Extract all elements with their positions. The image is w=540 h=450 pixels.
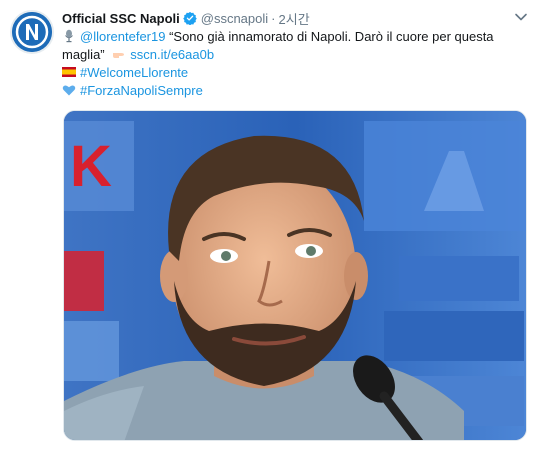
short-link[interactable]: sscn.it/e6aa0b bbox=[130, 47, 214, 62]
hashtag-welcome[interactable]: #WelcomeLlorente bbox=[80, 65, 188, 80]
hashtag-line-2: #ForzaNapoliSempre bbox=[62, 82, 512, 100]
mention-link[interactable]: @llorentefer19 bbox=[80, 29, 165, 44]
backdrop-letter: K bbox=[70, 134, 112, 199]
separator-dot: · bbox=[271, 10, 276, 26]
verified-badge-icon bbox=[182, 11, 197, 25]
handle[interactable]: @sscnapoli bbox=[201, 11, 268, 26]
quote-text-2: maglia” bbox=[62, 47, 105, 62]
studio-microphone-emoji bbox=[65, 29, 73, 43]
quote-line-1: @llorentefer19 “Sono già innamorato di N… bbox=[62, 28, 512, 46]
photo-press-conference-image: K bbox=[64, 111, 526, 440]
backhand-index-pointing-right-emoji bbox=[113, 53, 125, 58]
hashtag-line-1: #WelcomeLlorente bbox=[62, 64, 512, 82]
tweet-text: @llorentefer19 “Sono già innamorato di N… bbox=[62, 28, 512, 100]
timestamp[interactable]: 2시간 bbox=[279, 9, 310, 28]
blue-heart-emoji bbox=[62, 85, 76, 96]
hashtag-forza[interactable]: #ForzaNapoliSempre bbox=[80, 83, 203, 98]
quote-line-2: maglia” sscn.it/e6aa0b bbox=[62, 46, 512, 64]
chevron-down-icon[interactable] bbox=[514, 10, 528, 24]
flag-spain-emoji bbox=[62, 67, 76, 77]
tweet-header: Official SSC Napoli @sscnapoli · 2시간 bbox=[62, 8, 310, 28]
avatar[interactable] bbox=[10, 10, 54, 54]
display-name[interactable]: Official SSC Napoli bbox=[62, 11, 180, 26]
quote-text-1: “Sono già innamorato di Napoli. Darò il … bbox=[165, 29, 494, 44]
napoli-logo-icon bbox=[12, 12, 52, 52]
tweet: Official SSC Napoli @sscnapoli · 2시간 @ll… bbox=[0, 0, 540, 450]
tweet-photo[interactable]: K bbox=[63, 110, 527, 441]
